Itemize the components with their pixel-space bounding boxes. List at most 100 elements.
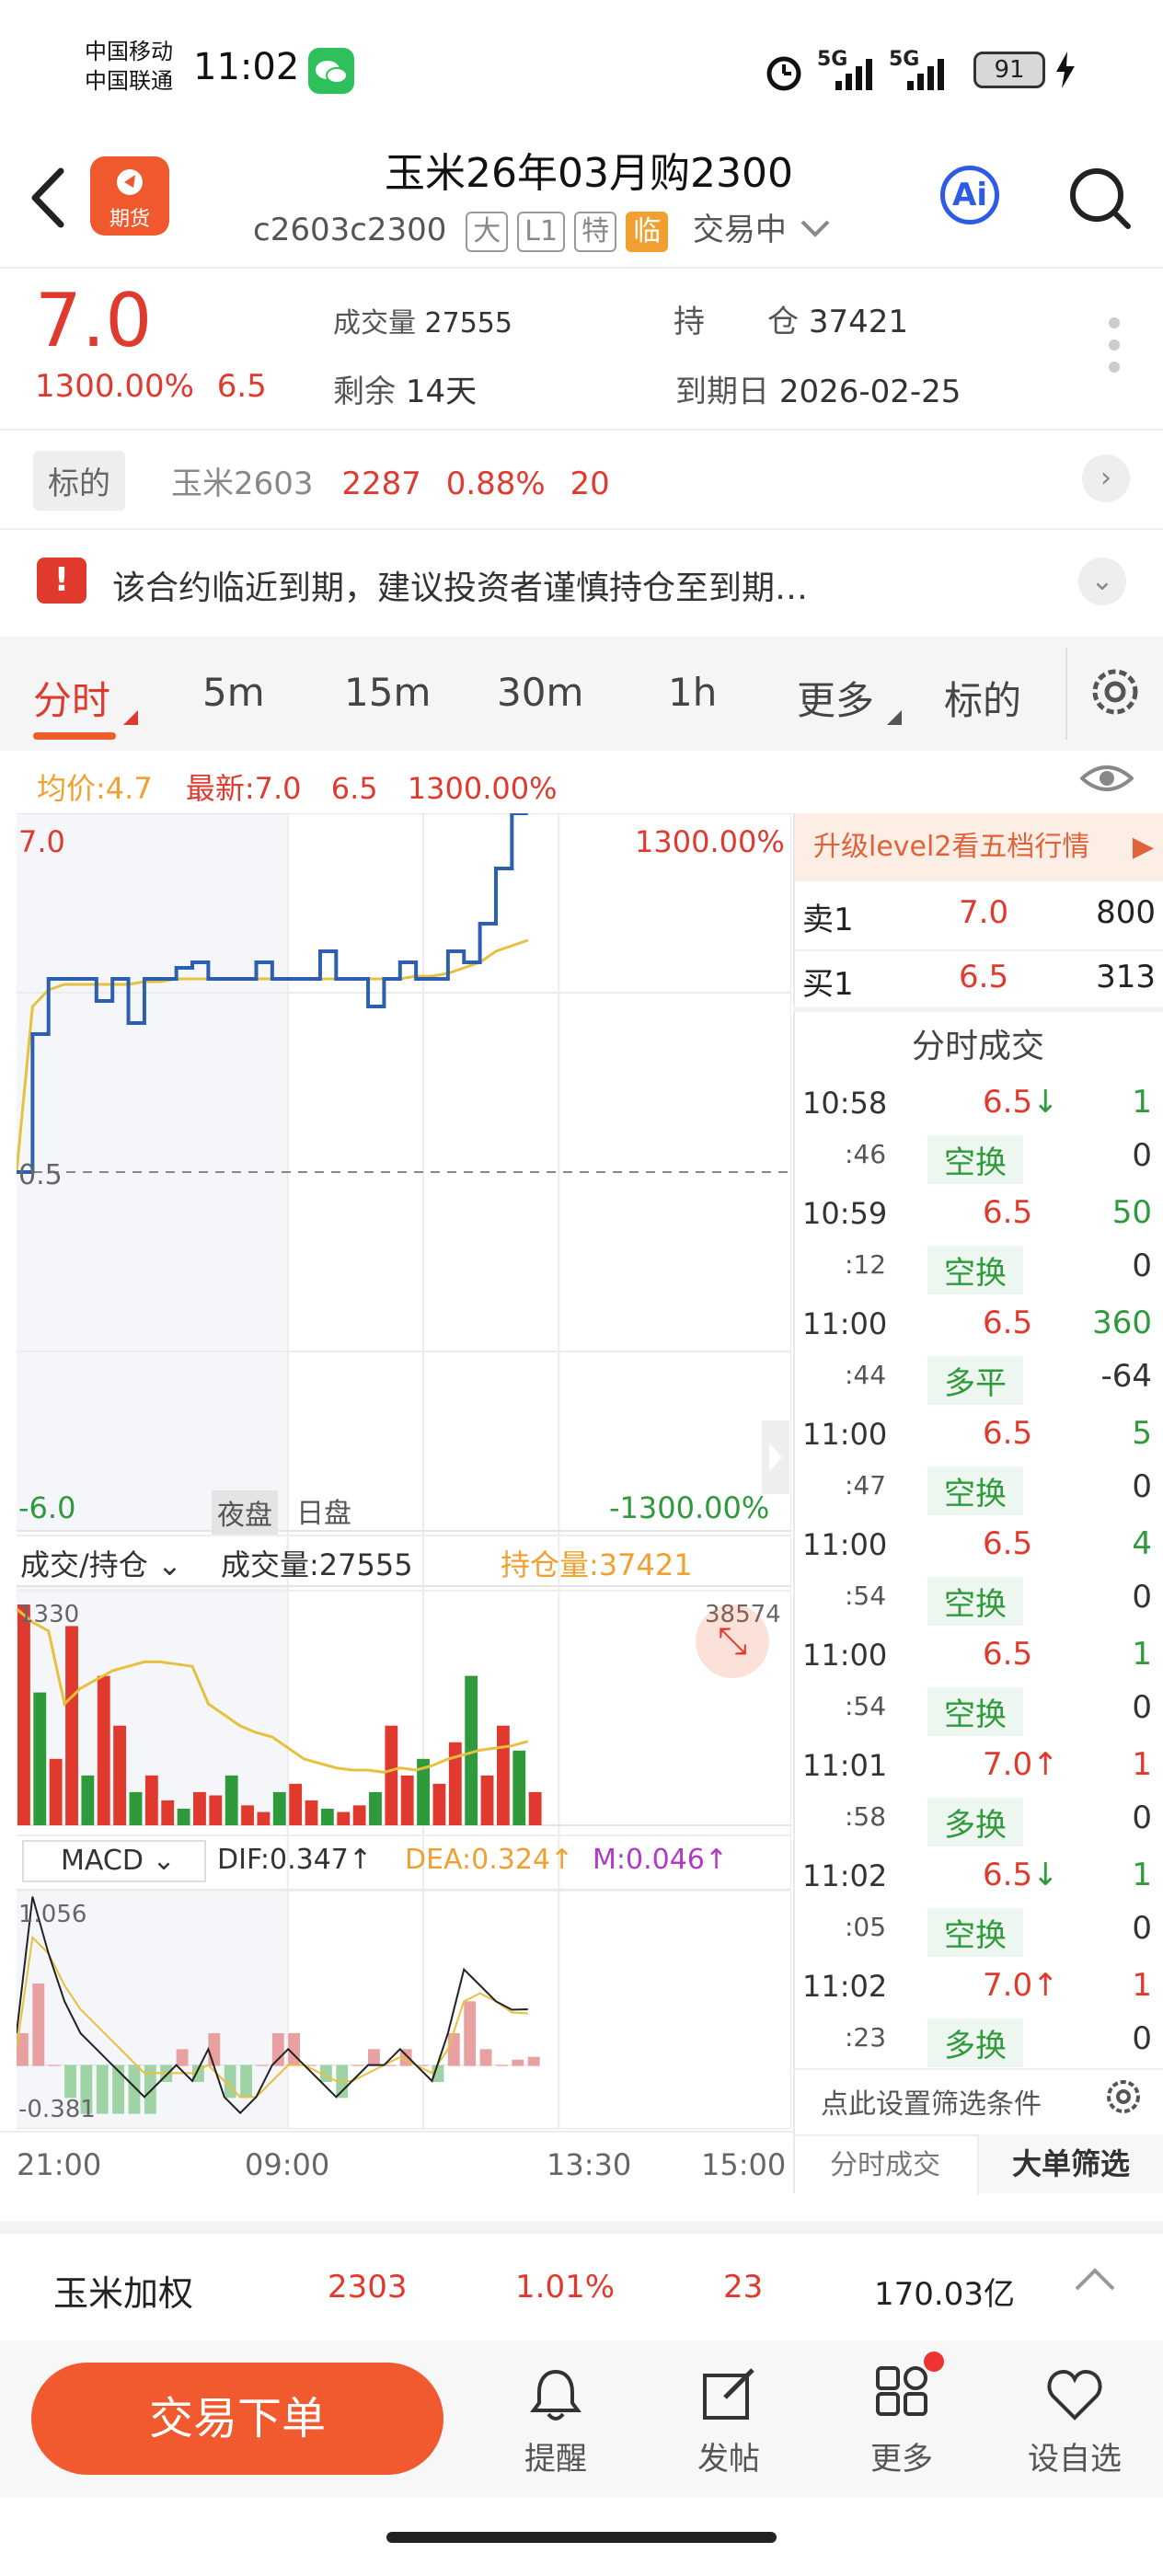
trade-seconds: :44 xyxy=(845,1360,887,1390)
trade-seconds: :54 xyxy=(845,1581,887,1611)
trade-row: 10:59 6.5 50:12 空换 0 xyxy=(802,1192,1156,1303)
y-axis-bottom-right: -1300.00% xyxy=(609,1490,770,1525)
volume-bar xyxy=(33,1692,47,1825)
expiry-label: 到期日 xyxy=(675,374,769,410)
y-axis-top-right: 1300.00% xyxy=(635,824,785,859)
trade-time: 11:00 xyxy=(802,1306,888,1341)
nav-post[interactable]: 发帖 xyxy=(674,2366,784,2478)
settings-gear-icon[interactable] xyxy=(1086,662,1145,725)
macd-histogram-bar xyxy=(351,2064,364,2066)
volume-bar xyxy=(528,1791,542,1825)
tag-near-expiry: 临 xyxy=(626,212,669,252)
tab-underlying[interactable]: 标的 xyxy=(944,670,1021,726)
trade-volume: 4 xyxy=(1132,1525,1152,1562)
search-icon[interactable] xyxy=(1067,166,1132,234)
charging-icon xyxy=(1054,52,1077,92)
volume-bar xyxy=(400,1775,414,1825)
nav-reminder-label: 提醒 xyxy=(524,2441,587,2478)
oi-value: 37421 xyxy=(808,304,908,340)
tab-timeshare[interactable]: 分时 xyxy=(33,670,110,726)
expiry-info: 到期日 2026-02-25 xyxy=(675,366,961,411)
volume-bar xyxy=(257,1811,271,1825)
filter-row[interactable]: 点此设置筛选条件 xyxy=(793,2080,1163,2122)
back-icon[interactable] xyxy=(28,166,68,234)
tab-timeshare-trades[interactable]: 分时成交 xyxy=(793,2134,979,2195)
upgrade-level2-banner[interactable]: 升级level2看五档行情 ▶ xyxy=(795,813,1163,881)
trade-seconds: :47 xyxy=(845,1470,887,1501)
trade-type: 空换 xyxy=(927,1466,1023,1515)
tab-30m[interactable]: 30m xyxy=(497,670,583,715)
underlying-row[interactable]: 玉米2603 2287 0.88% 20 xyxy=(171,458,610,503)
volume-label: 成交量 xyxy=(333,307,416,339)
volume-bar xyxy=(65,1626,78,1825)
remain-info: 剩余 14天 xyxy=(333,366,477,411)
weighted-index-bar[interactable]: 玉米加权 2303 1.01% 23 170.03亿 xyxy=(0,2237,1163,2339)
eye-icon[interactable] xyxy=(1078,760,1135,800)
contract-subtitle[interactable]: c2603c2300 大 L1 特临 交易中 xyxy=(253,204,834,252)
macd-m: M:0.046↑ xyxy=(593,1844,729,1876)
trade-type: 多换 xyxy=(927,2018,1023,2067)
underlying-change: 20 xyxy=(570,466,610,502)
trade-row: 11:00 6.5 4:54 空换 0 xyxy=(802,1524,1156,1634)
buy-1-label: 买1 xyxy=(802,966,854,1003)
trade-time: 11:02 xyxy=(802,1969,888,2004)
buy-1-row[interactable]: 买1 6.5 313 xyxy=(802,959,1156,1004)
chevron-down-icon: ⌄ xyxy=(147,1547,182,1582)
macd-selector-label: MACD xyxy=(61,1845,144,1877)
chart-area[interactable] xyxy=(15,811,792,2130)
trade-direction-icon: ↑ xyxy=(1032,1967,1059,2004)
tab-1h[interactable]: 1h xyxy=(668,670,717,715)
expand-arrows-icon[interactable]: ⤡ xyxy=(696,1604,769,1678)
trade-volume: 360 xyxy=(1092,1305,1152,1341)
volume-bar xyxy=(129,1791,143,1825)
trade-type-volume: 0 xyxy=(1132,1800,1152,1836)
tab-5m[interactable]: 5m xyxy=(202,670,265,715)
nav-add-watchlist[interactable]: 设自选 xyxy=(1019,2366,1130,2478)
remain-value: 14天 xyxy=(405,374,478,410)
trade-bottom-tabs: 分时成交 大单筛选 xyxy=(793,2134,1163,2195)
underlying-divider xyxy=(0,528,1163,530)
tab-large-orders[interactable]: 大单筛选 xyxy=(979,2134,1163,2193)
volume-bar xyxy=(352,1805,366,1825)
macd-selector[interactable]: MACD ⌄ xyxy=(22,1840,206,1882)
trade-price: 7.0↑ xyxy=(983,1967,1059,2004)
volume-bar xyxy=(49,1758,63,1825)
chevron-right-icon[interactable]: › xyxy=(1082,454,1130,502)
day-session-label: 日盘 xyxy=(296,1498,351,1530)
tag-l1: L1 xyxy=(517,212,566,252)
trade-type: 空换 xyxy=(927,1135,1023,1184)
trade-type: 空换 xyxy=(927,1577,1023,1626)
macd-histogram-bar xyxy=(527,2056,540,2066)
sell-1-volume: 800 xyxy=(1096,894,1156,931)
volume-bar xyxy=(193,1791,206,1825)
last-price: 7.0 xyxy=(35,278,153,363)
macd-histogram-bar xyxy=(64,2064,76,2099)
nav-reminder[interactable]: 提醒 xyxy=(501,2366,611,2478)
status-carrier: 中国移动 中国联通 xyxy=(85,37,173,96)
trade-time: 11:00 xyxy=(802,1417,888,1452)
sell-1-row[interactable]: 卖1 7.0 800 xyxy=(802,894,1156,939)
volume-bar xyxy=(369,1791,382,1825)
volume-bar xyxy=(17,1604,30,1825)
trade-seconds: :05 xyxy=(845,1912,887,1942)
ai-button[interactable]: Ai xyxy=(940,166,999,224)
trade-order-button[interactable]: 交易下单 xyxy=(31,2363,443,2475)
expiry-warning: 该合约临近到期，建议投资者谨慎持仓至到期… xyxy=(112,569,809,607)
warning-expand-icon[interactable]: ⌄ xyxy=(1078,558,1126,605)
underlying-price: 2287 xyxy=(341,466,421,502)
volume-selector[interactable]: 成交/持仓 ⌄ xyxy=(20,1542,182,1584)
change-value: 6.5 xyxy=(216,368,267,405)
more-options-icon[interactable] xyxy=(1109,317,1120,384)
trade-price: 6.5↓ xyxy=(983,1857,1059,1893)
trade-type: 空换 xyxy=(927,1246,1023,1294)
chevron-up-icon xyxy=(1073,2263,1117,2298)
tab-more[interactable]: 更多 xyxy=(797,670,874,726)
macd-top: 1.056 xyxy=(18,1901,87,1928)
tab-15m[interactable]: 15m xyxy=(344,670,431,715)
grid-icon xyxy=(876,2366,927,2416)
macd-histogram-bar xyxy=(288,2033,301,2066)
home-indicator[interactable] xyxy=(386,2532,777,2543)
filter-divider xyxy=(793,2068,1163,2070)
trade-volume: 50 xyxy=(1111,1194,1152,1231)
nav-more[interactable]: 更多 xyxy=(846,2366,957,2478)
